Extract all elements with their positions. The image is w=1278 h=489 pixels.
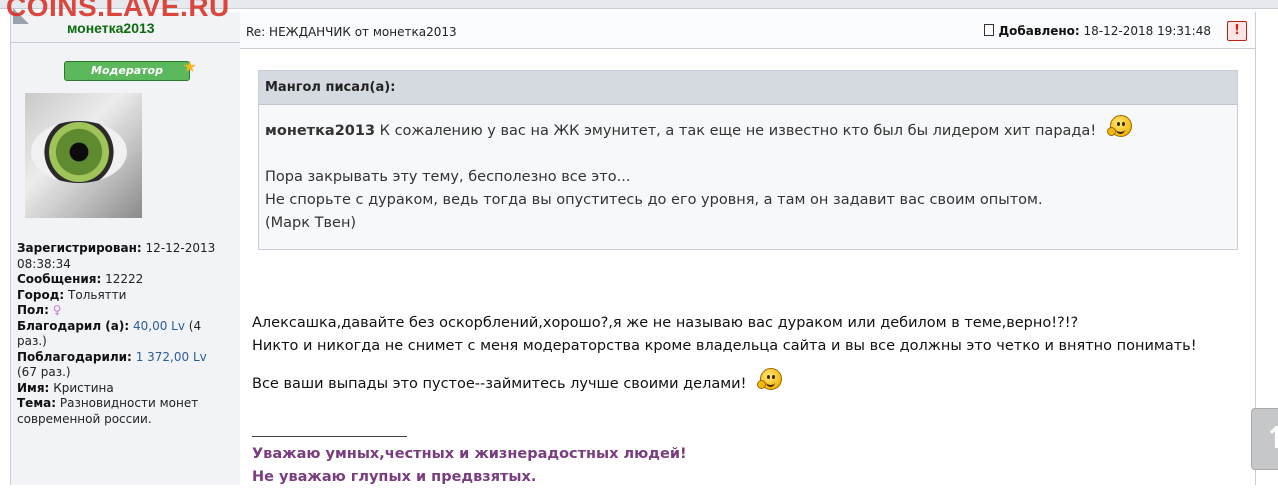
message-line-3: Все ваши выпады это пустое--займитесь лу…	[252, 366, 1197, 396]
avatar	[25, 93, 142, 218]
thanked-link[interactable]: 40,00 Lv	[133, 319, 185, 333]
author-panel: монетка2013 Модератор ★ Зарегистрирован:…	[10, 8, 241, 485]
document-icon[interactable]	[984, 24, 995, 36]
report-button[interactable]: !	[1227, 21, 1247, 41]
arrow-up-icon: ↑	[1264, 421, 1278, 456]
post-panel: Re: НЕЖДАНЧИК от монетка2013 Добавлено: …	[240, 12, 1256, 485]
avatar-image	[31, 121, 127, 183]
quote-line-3: Не спорьте с дураком, ведь тогда вы опус…	[265, 192, 1043, 208]
female-icon: ♀	[52, 303, 62, 317]
moderator-badge: Модератор ★	[64, 58, 197, 81]
message-line-1: Алексашка,давайте без оскорблений,хорошо…	[252, 315, 1079, 331]
post-header: Re: НЕЖДАНЧИК от монетка2013 Добавлено: …	[240, 12, 1255, 49]
scroll-to-top-button[interactable]: ↑	[1251, 408, 1278, 470]
profile-topic: Тема: Разновидности монет современной ро…	[17, 396, 199, 426]
badge-label: Модератор	[91, 64, 163, 77]
profile-city: Город: Тольятти	[17, 287, 127, 302]
signature-line-1: Уважаю умных,честных и жизнерадостных лю…	[252, 446, 687, 462]
signature: Уважаю умных,честных и жизнерадостных лю…	[252, 443, 687, 489]
profile-name: Имя: Кристина	[17, 380, 114, 395]
was-thanked-link[interactable]: 1 372,00 Lv	[136, 350, 207, 364]
added-date: 18-12-2018 19:31:48	[1083, 24, 1211, 38]
profile-was-thanked: Поблагодарили: 1 372,00 Lv (67 раз.)	[17, 349, 207, 380]
profile-gender: Пол: ♀	[17, 303, 62, 317]
quote-body: монетка2013 К сожалению у вас на ЖК эмун…	[259, 105, 1237, 243]
quoted-name: монетка2013	[265, 123, 376, 139]
post-added: Добавлено: 18-12-2018 19:31:48	[984, 24, 1211, 38]
quote-line-1: монетка2013 К сожалению у вас на ЖК эмун…	[265, 113, 1231, 143]
smiley-icon	[1106, 113, 1133, 137]
post-subject: Re: НЕЖДАНЧИК от монетка2013	[246, 25, 457, 39]
quote-line-4: (Марк Твен)	[265, 215, 357, 231]
post-message: Алексашка,давайте без оскорблений,хорошо…	[252, 312, 1197, 396]
profile-thanked: Благодарил (а): 40,00 Lv (4 раз.)	[17, 318, 202, 349]
profile-registered: Зарегистрирован: 12-12-2013 08:38:34	[17, 241, 216, 271]
signature-divider	[252, 436, 407, 437]
added-label: Добавлено:	[998, 24, 1080, 38]
quote-line-2: Пора закрывать эту тему, бесполезно все …	[265, 169, 631, 185]
quote-block: Мангол писал(а): монетка2013 К сожалению…	[258, 70, 1238, 250]
smiley-icon	[757, 366, 783, 390]
star-icon: ★	[182, 57, 197, 76]
profile-posts: Сообщения: 12222	[17, 272, 144, 286]
watermark: COINS.LAVE.RU	[6, 0, 230, 22]
quote-header: Мангол писал(а):	[259, 71, 1237, 105]
signature-line-2: Не уважаю глупых и предвзятых.	[252, 469, 537, 485]
message-line-2: Никто и никогда не снимет с меня модерат…	[252, 338, 1197, 354]
author-profile: Зарегистрирован: 12-12-2013 08:38:34 Соо…	[17, 241, 229, 427]
